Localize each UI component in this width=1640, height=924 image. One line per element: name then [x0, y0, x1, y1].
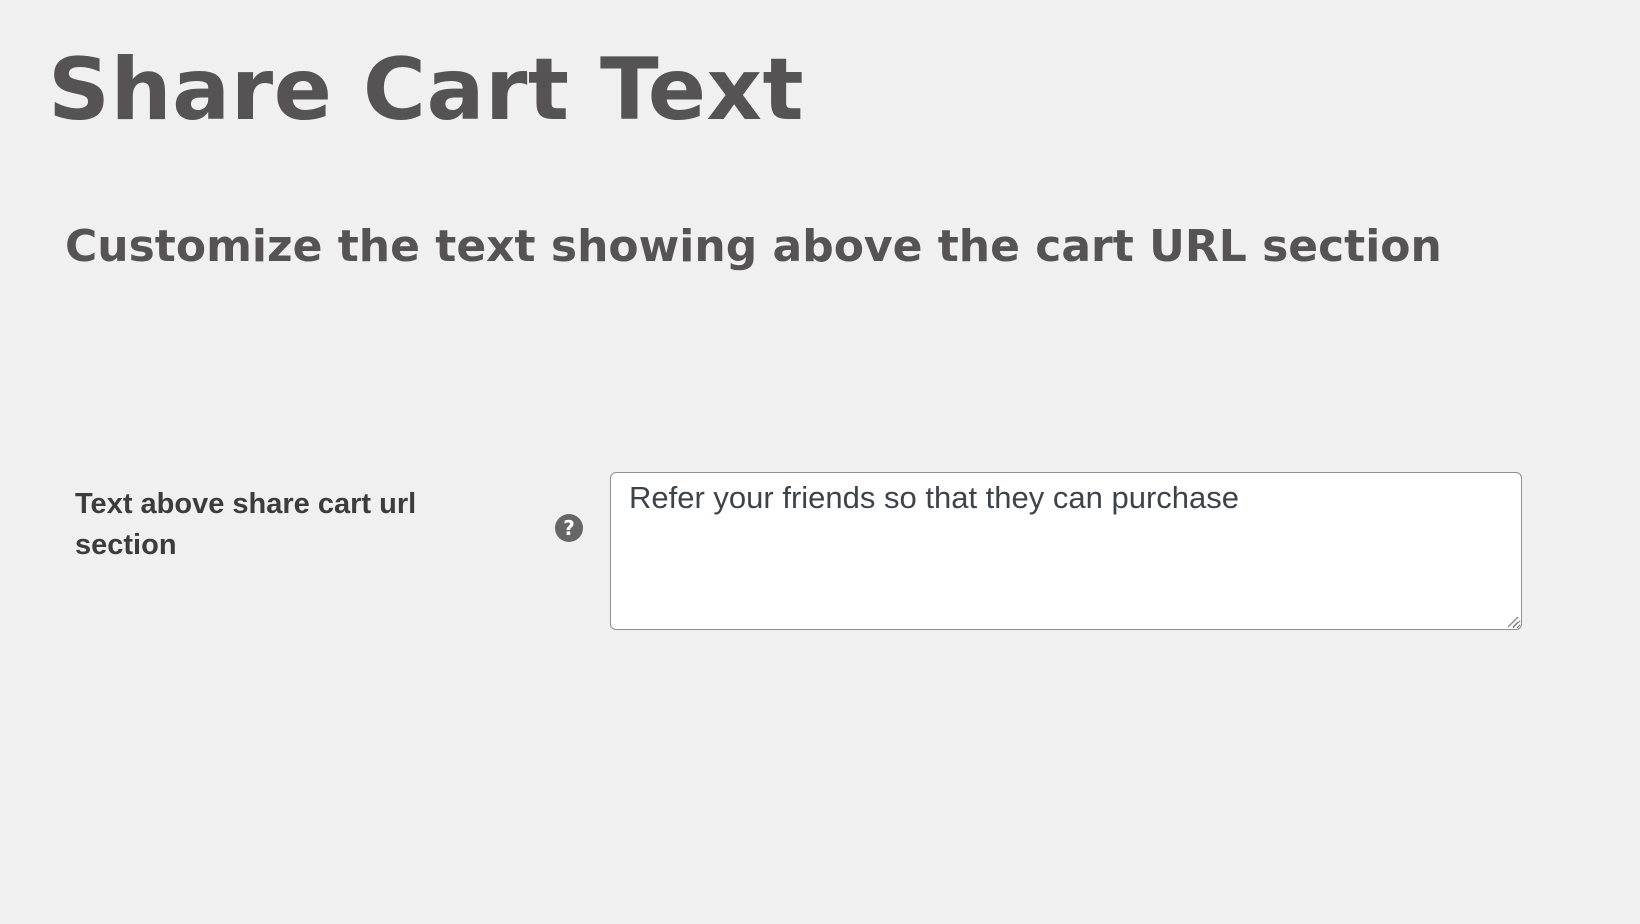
page-subtitle: Customize the text showing above the car… [65, 221, 1442, 272]
share-cart-text-textarea[interactable]: Refer your friends so that they can purc… [610, 472, 1522, 630]
help-tooltip-icon[interactable]: ? [555, 514, 583, 542]
setting-label: Text above share cart url section [75, 488, 417, 561]
share-cart-text-setting-row: Text above share cart url section ? Refe… [0, 470, 1640, 640]
page-title: Share Cart Text [48, 40, 805, 140]
